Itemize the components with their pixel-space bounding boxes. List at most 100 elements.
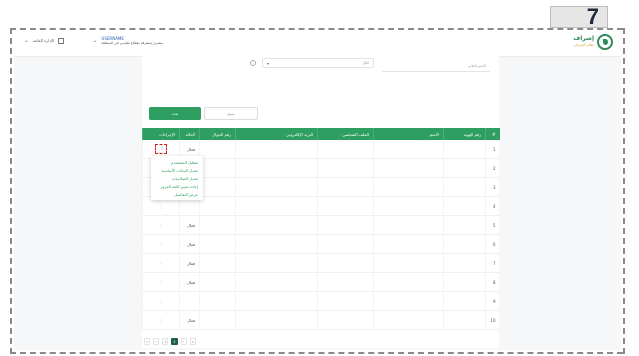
user-role: مشرف/مشرفة بقطاع تعليمي في المنطقة xyxy=(101,41,163,45)
page-first-button[interactable]: « xyxy=(144,338,151,345)
menu-edit-basic-data[interactable]: تعديل البيانات الأساسية xyxy=(151,166,203,174)
table-row[interactable]: 6 فعال ⋮ xyxy=(142,234,500,254)
page-last-button[interactable]: » xyxy=(189,338,196,345)
menu-edit-permissions[interactable]: تعديل الصلاحيات xyxy=(151,174,203,182)
row-actions[interactable]: ⋮ xyxy=(142,253,180,273)
table-row[interactable]: 10 فعال ⋮ xyxy=(142,310,500,330)
row-name xyxy=(373,234,444,254)
apps-grid-icon[interactable] xyxy=(58,37,65,44)
page-next-button[interactable]: › xyxy=(180,338,187,345)
col-status[interactable]: الحالة xyxy=(179,128,200,140)
row-status: فعال xyxy=(179,234,200,254)
row-actions-kebab-icon[interactable]: ⋮ xyxy=(159,223,163,228)
row-profile xyxy=(317,291,374,311)
status-select[interactable]: الكل ▾ xyxy=(262,58,374,68)
row-id-number xyxy=(443,291,486,311)
dashed-frame-bottom xyxy=(10,352,623,354)
row-actions-kebab-icon[interactable]: ⋮ xyxy=(159,318,163,323)
row-profile xyxy=(317,158,374,178)
row-actions[interactable]: ⋮ xyxy=(142,272,180,292)
row-actions-kebab-icon[interactable]: ⋮ xyxy=(159,280,163,285)
dashed-frame-right xyxy=(623,28,625,354)
col-mobile[interactable]: رقم الجوال xyxy=(199,128,236,140)
row-index: 5 xyxy=(485,215,500,235)
col-profile[interactable]: الملف الشخصي xyxy=(317,128,374,140)
chevron-down-icon[interactable]: ⌄ xyxy=(24,37,29,44)
row-id-number xyxy=(443,177,486,197)
col-name[interactable]: الاسم xyxy=(373,128,444,140)
row-mobile xyxy=(199,291,236,311)
row-name xyxy=(373,196,444,216)
row-name xyxy=(373,253,444,273)
row-actions[interactable]: ⋮ xyxy=(142,215,180,235)
col-id-number[interactable]: رقم الهوية xyxy=(443,128,486,140)
col-index[interactable]: # xyxy=(485,128,500,140)
row-profile xyxy=(317,196,374,216)
row-mobile xyxy=(199,310,236,330)
row-actions-kebab-icon-highlighted[interactable] xyxy=(155,144,167,154)
row-actions-kebab-icon[interactable]: ⋮ xyxy=(159,242,163,247)
row-actions-kebab-icon[interactable]: ⋮ xyxy=(159,299,163,304)
row-mobile xyxy=(199,272,236,292)
row-index: 2 xyxy=(485,158,500,178)
page-1-button[interactable]: 1 xyxy=(162,338,169,345)
users-table-card: # رقم الهوية الاسم الملف الشخصي البريد ا… xyxy=(142,128,500,348)
page-current-button[interactable]: 2 xyxy=(171,338,178,345)
row-email xyxy=(235,253,318,273)
row-email xyxy=(235,272,318,292)
logo-text: إشراف نظام الإشراف xyxy=(573,36,594,48)
row-index: 4 xyxy=(485,196,500,216)
row-mobile xyxy=(199,158,236,178)
user-menu[interactable]: ⌄ الإدارة العامة ⌄ USERNAME مشرف/مشرفة ب… xyxy=(24,36,163,45)
table-header-row: # رقم الهوية الاسم الملف الشخصي البريد ا… xyxy=(142,128,500,140)
row-status: فعال xyxy=(179,272,200,292)
row-name xyxy=(373,291,444,311)
row-email xyxy=(235,234,318,254)
dashed-frame-left xyxy=(10,28,12,354)
row-id-number xyxy=(443,234,486,254)
row-index: 10 xyxy=(485,310,500,330)
logo[interactable]: إشراف نظام الإشراف xyxy=(573,34,613,50)
row-email xyxy=(235,291,318,311)
row-profile xyxy=(317,177,374,197)
clear-button[interactable]: مسح xyxy=(204,107,258,120)
menu-reset-password[interactable]: إعادة تعيين كلمة المرور xyxy=(151,182,203,190)
col-actions[interactable]: الإجراءات xyxy=(142,128,180,140)
menu-view-details[interactable]: عرض التفاصيل xyxy=(151,190,203,198)
row-email xyxy=(235,196,318,216)
table-row[interactable]: 9 ⋮ xyxy=(142,291,500,311)
row-actions[interactable]: ⋮ xyxy=(142,234,180,254)
row-actions-kebab-icon[interactable]: ⋮ xyxy=(159,204,163,209)
status-select-value: الكل xyxy=(362,61,369,65)
row-mobile xyxy=(199,196,236,216)
search-button[interactable]: بحث xyxy=(149,107,201,120)
filter-radio[interactable] xyxy=(250,60,256,66)
logo-subtitle: نظام الإشراف xyxy=(573,43,594,47)
name-search-input[interactable]: الاسم الثلاثي xyxy=(382,62,490,72)
row-profile xyxy=(317,215,374,235)
app-window: إشراف نظام الإشراف ⌄ الإدارة العامة ⌄ US… xyxy=(14,30,621,350)
menu-disable-user[interactable]: تعطيل المستخدم xyxy=(151,158,203,166)
user-info: USERNAME مشرف/مشرفة بقطاع تعليمي في المن… xyxy=(101,36,162,45)
row-status: فعال xyxy=(179,253,200,273)
row-index: 6 xyxy=(485,234,500,254)
col-email[interactable]: البريد الإلكتروني xyxy=(235,128,318,140)
row-email xyxy=(235,177,318,197)
table-row[interactable]: 5 فعال ⋮ xyxy=(142,215,500,235)
table-row[interactable]: 8 فعال ⋮ xyxy=(142,272,500,292)
row-actions-kebab-icon[interactable]: ⋮ xyxy=(159,261,163,266)
table-row[interactable]: 7 فعال ⋮ xyxy=(142,253,500,273)
page-prev-button[interactable]: ‹ xyxy=(153,338,160,345)
row-actions[interactable]: ⋮ xyxy=(142,310,180,330)
row-actions[interactable]: ⋮ xyxy=(142,291,180,311)
user-chevron-icon[interactable]: ⌄ xyxy=(92,37,97,44)
row-email xyxy=(235,310,318,330)
row-mobile xyxy=(199,253,236,273)
pagination: « ‹ 1 2 › » xyxy=(144,338,196,345)
row-mobile xyxy=(199,215,236,235)
row-profile xyxy=(317,234,374,254)
step-number-badge: 7 xyxy=(550,4,608,29)
row-email xyxy=(235,140,318,159)
row-name xyxy=(373,215,444,235)
workspace-label: الإدارة العامة xyxy=(33,38,55,43)
